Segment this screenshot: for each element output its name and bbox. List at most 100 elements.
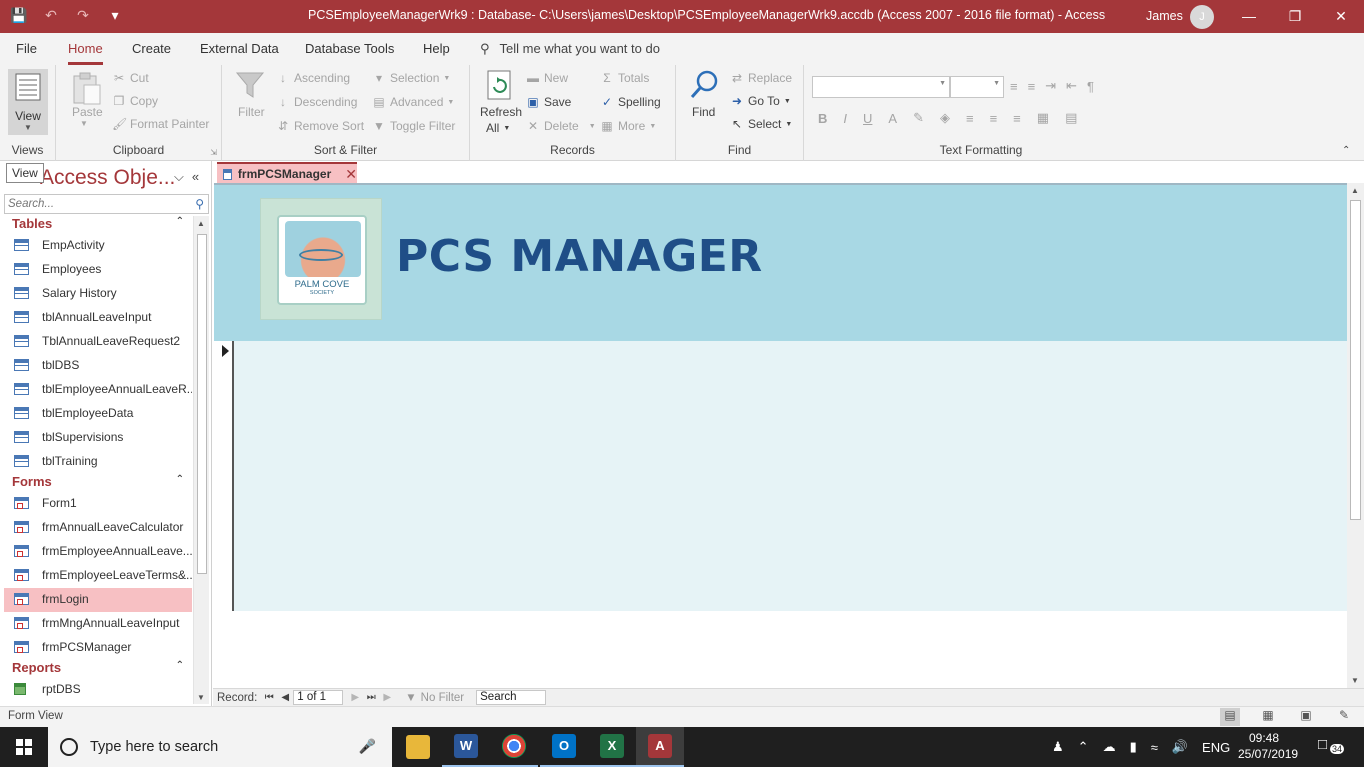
nav-item-form[interactable]: frmMngAnnualLeaveInput bbox=[4, 612, 192, 636]
dialog-launcher-icon[interactable]: ⇲ bbox=[210, 148, 217, 157]
highlight-icon[interactable]: ✎ bbox=[913, 110, 924, 126]
user-name[interactable]: James bbox=[1146, 9, 1183, 23]
tell-me-box[interactable]: ⚲ Tell me what you want to do bbox=[480, 41, 660, 57]
outlook-app[interactable]: O bbox=[540, 727, 588, 767]
more-button[interactable]: ▦ More ▼ bbox=[600, 119, 656, 133]
nav-section-tables[interactable]: Tables ⌃ bbox=[4, 216, 192, 234]
start-button[interactable] bbox=[0, 727, 48, 767]
nav-scrollbar[interactable]: ▲ ▼ bbox=[193, 216, 209, 704]
nav-item-table[interactable]: EmpActivity bbox=[4, 234, 192, 258]
new-record-nav-icon[interactable]: ▶ bbox=[379, 692, 395, 703]
align-left-icon[interactable]: ≡ bbox=[966, 111, 974, 126]
nav-item-table[interactable]: tblDBS bbox=[4, 354, 192, 378]
nav-item-table[interactable]: tblSupervisions bbox=[4, 426, 192, 450]
find-button[interactable]: Find bbox=[692, 105, 715, 119]
font-color-icon[interactable]: A bbox=[888, 111, 897, 126]
select-button[interactable]: ↖ Select ▼ bbox=[730, 117, 792, 131]
gridlines-icon[interactable]: ▤ bbox=[1065, 110, 1077, 126]
align-right-icon[interactable]: ≡ bbox=[1013, 111, 1021, 126]
close-window-button[interactable]: ✕ bbox=[1318, 0, 1364, 33]
current-record-field[interactable]: 1 of 1 bbox=[293, 690, 344, 705]
tab-external-data[interactable]: External Data bbox=[200, 41, 279, 56]
nav-item-form[interactable]: Form1 bbox=[4, 492, 192, 516]
language-indicator[interactable]: ENG bbox=[1202, 740, 1230, 755]
search-icon[interactable]: ⚲ bbox=[195, 197, 204, 211]
access-app[interactable]: A bbox=[636, 727, 684, 767]
filter-button[interactable]: Filter bbox=[238, 105, 265, 119]
people-icon[interactable]: ♟ bbox=[1052, 739, 1064, 755]
numbering-icon[interactable]: ≡ bbox=[1028, 79, 1036, 94]
collapse-chevron-icon[interactable]: ⌃ bbox=[176, 216, 184, 227]
scroll-up-icon[interactable]: ▲ bbox=[197, 219, 205, 228]
collapse-chevron-icon[interactable]: ⌃ bbox=[176, 660, 184, 671]
layout-view-icon[interactable]: ▣ bbox=[1296, 708, 1316, 726]
nav-menu-chevron-icon[interactable]: ⌵ bbox=[174, 169, 184, 185]
font-size-dropdown[interactable]: ▼ bbox=[950, 76, 1004, 98]
previous-record-icon[interactable]: ◀ bbox=[277, 692, 293, 703]
tab-create[interactable]: Create bbox=[132, 41, 171, 56]
nav-item-form[interactable]: frmEmployeeLeaveTerms&... bbox=[4, 564, 192, 588]
paragraph-icon[interactable]: ¶ bbox=[1087, 79, 1094, 94]
decrease-indent-icon[interactable]: ⇤ bbox=[1066, 78, 1077, 94]
filter-status[interactable]: ▼ No Filter bbox=[405, 692, 464, 704]
collapse-ribbon-icon[interactable]: ⌃ bbox=[1342, 145, 1350, 156]
toggle-filter-button[interactable]: ▼ Toggle Filter bbox=[372, 119, 455, 133]
fill-color-icon[interactable]: ◈ bbox=[940, 110, 950, 126]
totals-button[interactable]: Σ Totals bbox=[600, 71, 649, 85]
word-app[interactable]: W bbox=[442, 727, 490, 767]
record-selector[interactable] bbox=[214, 341, 234, 611]
volume-icon[interactable]: 🔊 bbox=[1172, 739, 1188, 755]
undo-icon[interactable]: ↶ bbox=[42, 6, 60, 24]
ascending-button[interactable]: ↓ Ascending bbox=[276, 71, 350, 85]
align-center-icon[interactable]: ≡ bbox=[990, 111, 998, 126]
nav-item-table[interactable]: Employees bbox=[4, 258, 192, 282]
wifi-icon[interactable]: ≈ bbox=[1151, 740, 1158, 755]
redo-icon[interactable]: ↷ bbox=[74, 6, 92, 24]
increase-indent-icon[interactable]: ⇥ bbox=[1045, 78, 1056, 94]
nav-item-form[interactable]: frmPCSManager bbox=[4, 636, 192, 660]
excel-app[interactable]: X bbox=[588, 727, 636, 767]
tab-database-tools[interactable]: Database Tools bbox=[305, 41, 394, 56]
minimize-button[interactable]: — bbox=[1226, 0, 1272, 33]
bold-button[interactable]: B bbox=[818, 111, 827, 126]
save-icon[interactable]: 💾 bbox=[10, 6, 28, 24]
italic-button[interactable]: I bbox=[843, 111, 847, 126]
font-name-dropdown[interactable]: ▼ bbox=[812, 76, 950, 98]
nav-item-table[interactable]: TblAnnualLeaveRequest2 bbox=[4, 330, 192, 354]
refresh-all-button[interactable]: Refresh bbox=[480, 105, 522, 119]
document-tab[interactable]: frmPCSManager ✕ bbox=[217, 162, 357, 184]
first-record-icon[interactable]: ⏮ bbox=[261, 692, 277, 703]
close-tab-icon[interactable]: ✕ bbox=[345, 166, 357, 183]
taskbar-search-box[interactable]: Type here to search 🎤 bbox=[48, 727, 392, 767]
replace-button[interactable]: ⇄ Replace bbox=[730, 71, 792, 85]
shutter-bar-collapse-icon[interactable]: « bbox=[192, 169, 199, 185]
selection-button[interactable]: ▾ Selection ▼ bbox=[372, 71, 450, 85]
scroll-down-icon[interactable]: ▼ bbox=[1351, 676, 1359, 685]
scroll-up-icon[interactable]: ▲ bbox=[1351, 186, 1359, 195]
scroll-down-icon[interactable]: ▼ bbox=[197, 693, 205, 702]
avatar[interactable]: J bbox=[1190, 5, 1214, 29]
restore-button[interactable]: ❐ bbox=[1272, 0, 1318, 33]
nav-item-report[interactable]: rptDBS bbox=[4, 678, 192, 702]
format-painter-button[interactable]: 🖌 Format Painter bbox=[112, 117, 209, 131]
form-scroll-thumb[interactable] bbox=[1350, 200, 1361, 520]
nav-item-form[interactable]: frmAnnualLeaveCalculator bbox=[4, 516, 192, 540]
bullets-icon[interactable]: ≡ bbox=[1010, 79, 1018, 94]
nav-item-table[interactable]: tblEmployeeAnnualLeaveR... bbox=[4, 378, 192, 402]
show-hidden-icons-icon[interactable]: ⌃ bbox=[1078, 739, 1089, 755]
tab-home[interactable]: Home bbox=[68, 41, 103, 65]
underline-button[interactable]: U bbox=[863, 111, 872, 126]
nav-section-forms[interactable]: Forms ⌃ bbox=[4, 474, 192, 492]
save-record-button[interactable]: ▣ Save bbox=[526, 95, 571, 109]
chrome-app[interactable] bbox=[490, 727, 538, 767]
last-record-icon[interactable]: ⏭ bbox=[363, 692, 379, 703]
descending-button[interactable]: ↓ Descending bbox=[276, 95, 357, 109]
new-record-button[interactable]: ▬ New bbox=[526, 71, 568, 85]
design-view-icon[interactable]: ✎ bbox=[1334, 708, 1354, 726]
view-button[interactable]: View ▼ bbox=[8, 69, 48, 135]
tab-file[interactable]: File bbox=[16, 41, 37, 56]
battery-icon[interactable]: ▮ bbox=[1130, 739, 1137, 755]
nav-item-table[interactable]: tblAnnualLeaveInput bbox=[4, 306, 192, 330]
nav-item-table[interactable]: Salary History bbox=[4, 282, 192, 306]
advanced-button[interactable]: ▤ Advanced ▼ bbox=[372, 95, 454, 109]
